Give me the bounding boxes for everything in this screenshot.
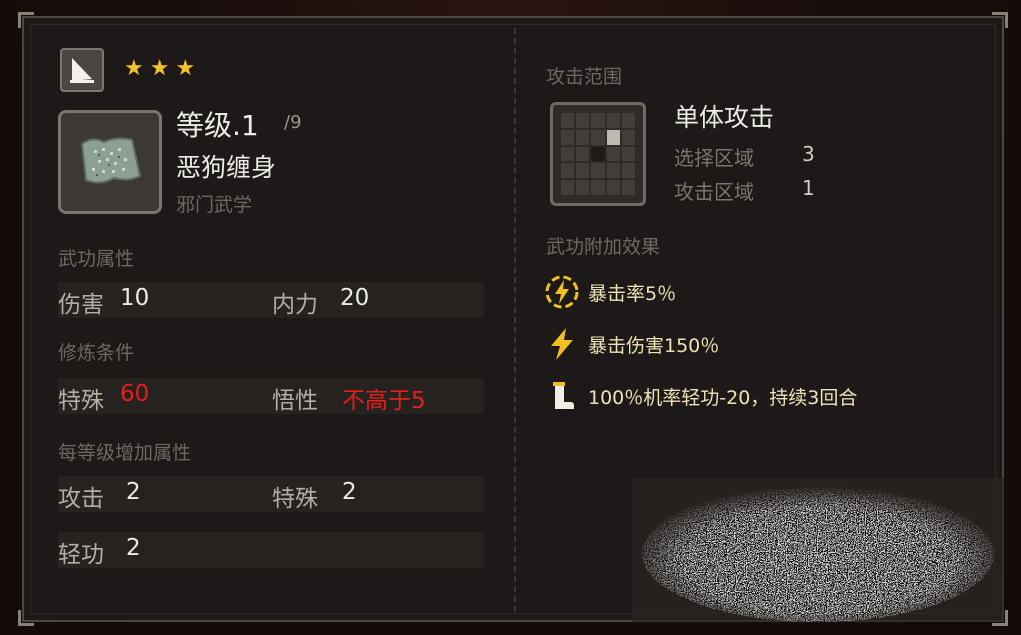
column-divider	[514, 28, 516, 612]
skill-level-max: /9	[284, 112, 302, 133]
per-level-row: 轻功 2	[58, 532, 484, 568]
skill-name: 恶狗缠身	[176, 153, 277, 182]
requirements-label: 修炼条件	[58, 342, 135, 364]
attribute-row: 伤害 10 内力 20	[58, 282, 484, 318]
comprehension-req-value: 不高于5	[342, 388, 426, 414]
agility-value: 2	[126, 535, 141, 561]
agility-label: 轻功	[58, 542, 104, 568]
internal-power-label: 内力	[272, 292, 318, 318]
lightning-circle-icon	[542, 272, 582, 312]
requirement-row: 特殊 60 悟性 不高于5	[58, 378, 484, 414]
effects-label: 武功附加效果	[546, 236, 661, 258]
special-label: 特殊	[272, 486, 318, 512]
effect-text: 暴击伤害150％	[588, 334, 720, 357]
game-background: ★★★ 等级.1 /9 恶狗缠身 邪门武学 武功属性 伤害 10 内力 20 修…	[0, 0, 1021, 635]
special-req-value: 60	[120, 381, 150, 407]
sail-icon	[60, 48, 104, 92]
attack-range-grid	[550, 102, 646, 206]
range-label: 攻击范围	[546, 66, 623, 88]
effect-item: 暴击率5％	[542, 272, 676, 312]
damage-label: 伤害	[58, 292, 104, 318]
special-value: 2	[342, 479, 357, 505]
skill-level: 等级.1	[176, 109, 259, 142]
caster-cell	[591, 146, 605, 162]
per-level-row: 攻击 2 特殊 2	[58, 476, 484, 512]
panel-corner	[992, 12, 1008, 28]
rarity-stars: ★★★	[124, 56, 202, 81]
panel-corner	[18, 12, 34, 28]
scroll-icon[interactable]	[58, 110, 162, 214]
attributes-label: 武功属性	[58, 248, 135, 270]
effect-item: 暴击伤害150％	[542, 324, 719, 364]
target-cell	[606, 129, 620, 145]
damage-value: 10	[120, 285, 150, 311]
per-level-label: 每等级增加属性	[58, 442, 192, 464]
lightning-icon	[542, 324, 582, 364]
watermark-overlay	[632, 478, 1004, 622]
attack-value: 2	[126, 479, 141, 505]
effect-item: 100％机率轻功-20，持续3回合	[542, 376, 857, 416]
special-req-label: 特殊	[58, 388, 104, 414]
attack-area-label: 攻击区域	[674, 180, 754, 204]
effect-text: 100％机率轻功-20，持续3回合	[588, 386, 858, 409]
internal-power-value: 20	[340, 285, 370, 311]
range-type: 单体攻击	[674, 103, 775, 132]
panel-corner	[18, 610, 34, 626]
select-area-label: 选择区域	[674, 146, 754, 170]
effect-text: 暴击率5％	[588, 282, 677, 305]
attack-label: 攻击	[58, 486, 104, 512]
boot-icon	[542, 376, 582, 416]
select-area-value: 3	[802, 142, 815, 166]
attack-area-value: 1	[802, 176, 815, 200]
comprehension-req-label: 悟性	[272, 388, 318, 414]
skill-school: 邪门武学	[176, 194, 253, 216]
